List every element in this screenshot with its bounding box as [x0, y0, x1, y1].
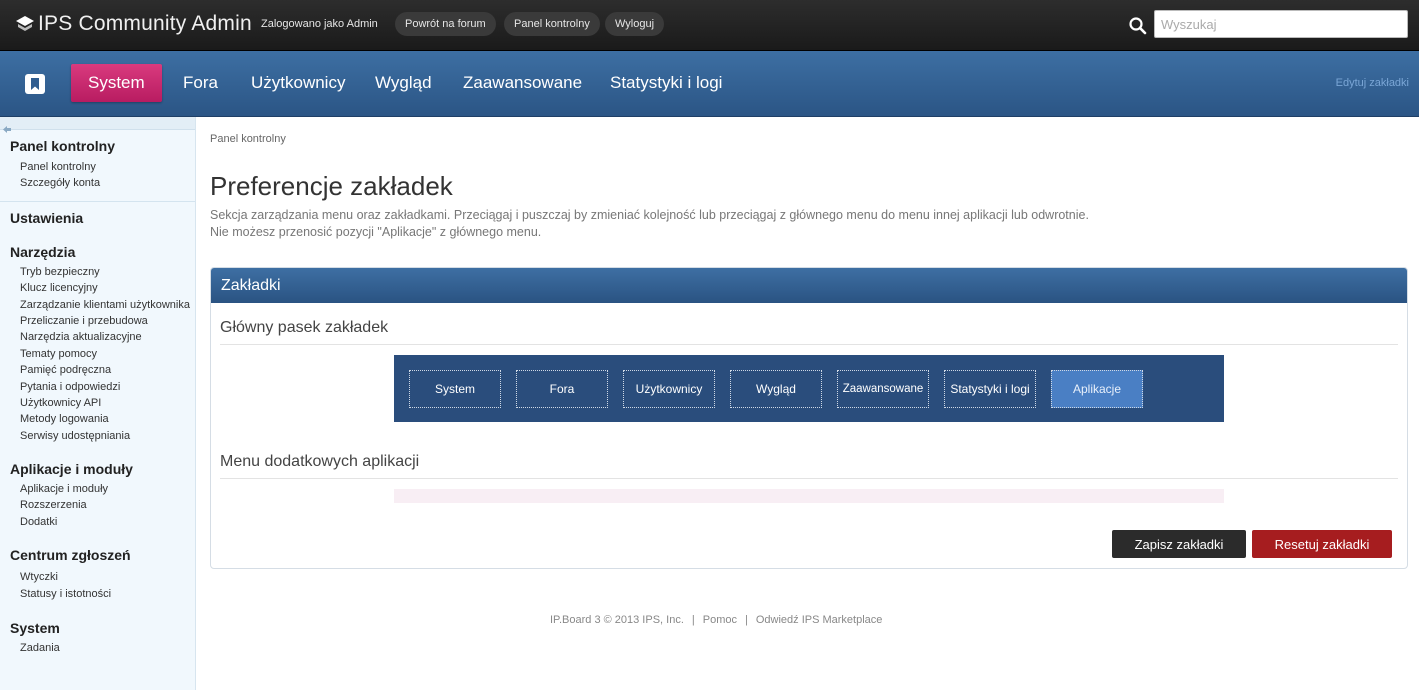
- search-input[interactable]: [1154, 10, 1408, 38]
- sortable-tab-advanced[interactable]: Zaawansowane: [837, 370, 929, 408]
- sidebar-item-apps-modules[interactable]: Aplikacje i moduły: [20, 481, 195, 497]
- reset-tabs-button[interactable]: Resetuj zakładki: [1252, 530, 1392, 558]
- page-title: Preferencje zakładek: [210, 171, 453, 201]
- sortable-tab-system[interactable]: System: [409, 370, 501, 408]
- nav-tab-users[interactable]: Użytkownicy: [251, 64, 345, 102]
- sidebar-section-system: System Zadania: [0, 602, 195, 656]
- logout-link[interactable]: Wyloguj: [605, 12, 665, 36]
- save-tabs-button[interactable]: Zapisz zakładki: [1112, 530, 1246, 558]
- page-description-note: Nie możesz przenosić pozycji "Aplikacje"…: [210, 225, 542, 239]
- tabs-panel: Zakładki Główny pasek zakładek System Fo…: [210, 267, 1408, 569]
- logged-in-label: Zalogowano jako Admin: [261, 18, 378, 30]
- page-description: Sekcja zarządzania menu oraz zakładkami.…: [210, 208, 1089, 222]
- edit-tabs-link[interactable]: Edytuj zakładki: [1336, 77, 1409, 89]
- search-icon[interactable]: [1128, 16, 1148, 36]
- main-nav: System Fora Użytkownicy Wygląd Zaawansow…: [0, 51, 1419, 117]
- sidebar-item-account-details[interactable]: Szczegóły konta: [20, 175, 195, 191]
- sidebar-item-addons[interactable]: Dodatki: [20, 514, 195, 530]
- footer-marketplace-link[interactable]: Odwiedź IPS Marketplace: [756, 614, 883, 626]
- top-bar: IPS Community Admin Zalogowano jako Admi…: [0, 0, 1419, 51]
- collapse-arrow-icon[interactable]: [3, 120, 11, 133]
- sortable-tab-fora[interactable]: Fora: [516, 370, 608, 408]
- main-bar-heading: Główny pasek zakładek: [220, 319, 1398, 345]
- footer-copyright: IP.Board 3 © 2013 IPS, Inc.: [550, 614, 684, 626]
- bookmark-home-icon[interactable]: [24, 73, 46, 95]
- sidebar-item-api-users[interactable]: Użytkownicy API: [20, 395, 195, 411]
- sidebar-item-recount-rebuild[interactable]: Przeliczanie i przebudowa: [20, 313, 195, 329]
- sidebar-heading: Aplikacje i moduły: [10, 461, 133, 478]
- sidebar-item-qa[interactable]: Pytania i odpowiedzi: [20, 379, 195, 395]
- control-panel-link[interactable]: Panel kontrolny: [504, 12, 600, 36]
- sidebar-item-dashboard[interactable]: Panel kontrolny: [20, 159, 195, 175]
- sidebar-item-statuses[interactable]: Statusy i istotności: [20, 586, 195, 602]
- sidebar-item-cache[interactable]: Pamięć podręczna: [20, 362, 195, 378]
- app-title: IPS Community Admin: [38, 12, 252, 35]
- sortable-tab-users[interactable]: Użytkownicy: [623, 370, 715, 408]
- ips-logo-icon: [14, 13, 36, 35]
- sidebar-item-share-services[interactable]: Serwisy udostępniania: [20, 428, 195, 444]
- main-tab-bar-sortable: System Fora Użytkownicy Wygląd Zaawansow…: [394, 355, 1224, 422]
- nav-tab-stats-logs[interactable]: Statystyki i logi: [610, 64, 722, 102]
- sidebar-item-plugins[interactable]: Wtyczki: [20, 569, 195, 585]
- sidebar-item-safe-mode[interactable]: Tryb bezpieczny: [20, 264, 195, 280]
- sidebar-item-help-topics[interactable]: Tematy pomocy: [20, 346, 195, 362]
- sortable-tab-stats-logs[interactable]: Statystyki i logi: [944, 370, 1036, 408]
- footer-help-link[interactable]: Pomoc: [703, 614, 737, 626]
- sidebar-heading: System: [10, 620, 60, 637]
- sortable-tab-applications: Aplikacje: [1051, 370, 1143, 408]
- sidebar-collapse-bar[interactable]: [0, 117, 195, 133]
- footer: IP.Board 3 © 2013 IPS, Inc. | Pomoc | Odwied…: [550, 614, 882, 626]
- nav-tab-advanced[interactable]: Zaawansowane: [463, 64, 582, 102]
- breadcrumb[interactable]: Panel kontrolny: [210, 133, 286, 145]
- footer-separator: |: [744, 614, 748, 626]
- back-to-forum-link[interactable]: Powrót na forum: [395, 12, 496, 36]
- sidebar-item-extensions[interactable]: Rozszerzenia: [20, 497, 195, 513]
- sidebar-item-upgrade-tools[interactable]: Narzędzia aktualizacyjne: [20, 329, 195, 345]
- sidebar-heading: Narzędzia: [10, 243, 76, 260]
- sidebar-section-settings: Ustawienia: [0, 202, 195, 226]
- apps-menu-heading: Menu dodatkowych aplikacji: [220, 453, 1398, 479]
- sidebar: Panel kontrolny Panel kontrolny Szczegół…: [0, 117, 196, 690]
- sidebar-item-tasks[interactable]: Zadania: [20, 640, 195, 656]
- nav-tab-look[interactable]: Wygląd: [375, 64, 432, 102]
- apps-menu-dropzone[interactable]: [394, 489, 1224, 503]
- panel-title: Zakładki: [211, 268, 1407, 303]
- sidebar-heading-settings[interactable]: Ustawienia: [10, 210, 195, 226]
- sidebar-section-dashboard: Panel kontrolny Panel kontrolny Szczegół…: [0, 130, 195, 192]
- sidebar-section-apps: Aplikacje i moduły Aplikacje i moduły Ro…: [0, 444, 195, 530]
- nav-tab-system[interactable]: System: [71, 64, 162, 102]
- sidebar-section-tools: Narzędzia Tryb bezpieczny Klucz licencyj…: [0, 226, 195, 444]
- sidebar-section-reports: Centrum zgłoszeń Wtyczki Statusy i istot…: [0, 530, 195, 602]
- sidebar-heading: Centrum zgłoszeń: [10, 547, 131, 564]
- footer-separator: |: [691, 614, 695, 626]
- nav-tab-fora[interactable]: Fora: [183, 64, 218, 102]
- app-logo[interactable]: IPS Community Admin: [14, 11, 252, 37]
- sidebar-item-client-management[interactable]: Zarządzanie klientami użytkownika: [20, 297, 195, 313]
- sidebar-item-license-key[interactable]: Klucz licencyjny: [20, 280, 195, 296]
- sortable-tab-look[interactable]: Wygląd: [730, 370, 822, 408]
- sidebar-item-login-methods[interactable]: Metody logowania: [20, 411, 195, 427]
- sidebar-heading: Panel kontrolny: [10, 138, 116, 154]
